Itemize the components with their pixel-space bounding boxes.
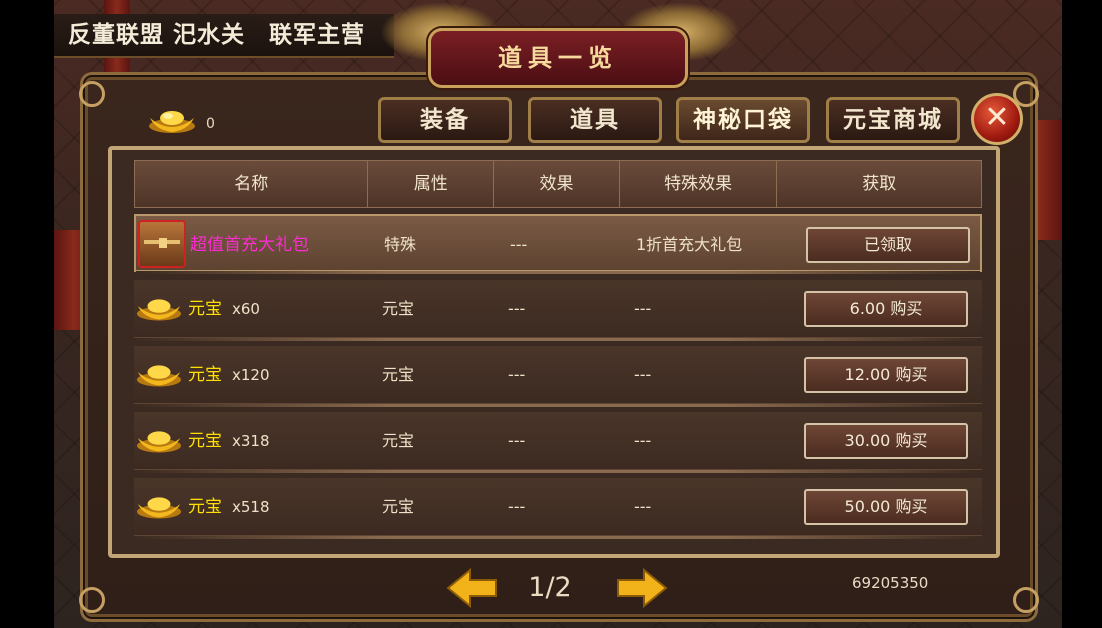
right-letterbox (1062, 0, 1102, 628)
item-special-effect: --- (634, 497, 652, 516)
left-letterbox (0, 0, 54, 628)
location-banner: 反董联盟 汜水关 联军主营 (54, 14, 394, 58)
item-effect: --- (508, 497, 526, 516)
item-effect: --- (508, 365, 526, 384)
treasure-chest-icon (138, 220, 186, 268)
table-row: 超值首充大礼包 特殊 --- 1折首充大礼包 已领取 (134, 214, 982, 274)
header-effect: 效果 (494, 161, 620, 207)
item-name: 超值首充大礼包 (190, 235, 309, 255)
item-attribute: 元宝 (382, 299, 415, 318)
arrow-left-icon[interactable] (446, 568, 498, 608)
item-attribute: 元宝 (382, 497, 415, 516)
item-name: 元宝 (188, 497, 222, 517)
close-icon: ✕ (984, 100, 1010, 135)
gold-ingot-icon (149, 111, 195, 133)
item-effect: --- (510, 235, 528, 254)
buy-button[interactable]: 6.00 购买 (804, 291, 968, 327)
gold-ingot-icon (136, 431, 182, 453)
player-id: 69205350 (852, 574, 929, 592)
item-special-effect: 1折首充大礼包 (636, 235, 743, 254)
item-special-effect: --- (634, 365, 652, 384)
header-obtain: 获取 (862, 174, 897, 194)
item-effect: --- (508, 299, 526, 318)
gold-ingot-icon (136, 299, 182, 321)
header-name: 名称 (135, 161, 369, 207)
header-attribute: 属性 (368, 161, 495, 207)
table-header: 名称 属性 效果 特殊效果 获取 (134, 160, 982, 208)
corner-ornament-icon (1013, 587, 1039, 613)
buy-button[interactable]: 50.00 购买 (804, 489, 968, 525)
tab-items[interactable]: 道具 (528, 97, 662, 143)
item-special-effect: --- (634, 431, 652, 450)
gold-ingot-icon (136, 497, 182, 519)
item-name: 元宝 (188, 365, 222, 385)
page-indicator: 1/2 (528, 572, 572, 603)
tab-ingot-shop[interactable]: 元宝商城 (826, 97, 960, 143)
corner-ornament-icon (79, 81, 105, 107)
header-special-effect: 特殊效果 (620, 161, 778, 207)
item-name: 元宝 (188, 431, 222, 451)
tab-mystery-bag[interactable]: 神秘口袋 (676, 97, 810, 143)
item-name: 元宝 (188, 299, 222, 319)
buy-button[interactable]: 30.00 购买 (804, 423, 968, 459)
item-table: 名称 属性 效果 特殊效果 获取 超值首充大礼包 特殊 --- 1折首充大礼包 … (108, 146, 1000, 558)
gold-ingot-icon (136, 365, 182, 387)
table-row: 元宝 x318 元宝 --- --- 30.00 购买 (134, 412, 982, 473)
item-quantity: x60 (232, 300, 260, 318)
corner-ornament-icon (79, 587, 105, 613)
table-row: 元宝 x518 元宝 --- --- 50.00 购买 (134, 478, 982, 539)
item-quantity: x120 (232, 366, 270, 384)
table-row: 元宝 x60 元宝 --- --- 6.00 购买 (134, 280, 982, 341)
item-quantity: x518 (232, 498, 270, 516)
item-attribute: 特殊 (384, 235, 417, 254)
table-row: 元宝 x120 元宝 --- --- 12.00 购买 (134, 346, 982, 407)
arrow-right-icon[interactable] (616, 568, 668, 608)
item-attribute: 元宝 (382, 365, 415, 384)
buy-button[interactable]: 12.00 购买 (804, 357, 968, 393)
currency-amount: 0 (206, 116, 215, 132)
item-special-effect: --- (634, 299, 652, 318)
item-attribute: 元宝 (382, 431, 415, 450)
item-quantity: x318 (232, 432, 270, 450)
panel-title: 道具一览 (428, 28, 688, 88)
item-effect: --- (508, 431, 526, 450)
tab-equipment[interactable]: 装备 (378, 97, 512, 143)
claimed-button[interactable]: 已领取 (806, 227, 970, 263)
close-button[interactable]: ✕ (971, 93, 1023, 145)
